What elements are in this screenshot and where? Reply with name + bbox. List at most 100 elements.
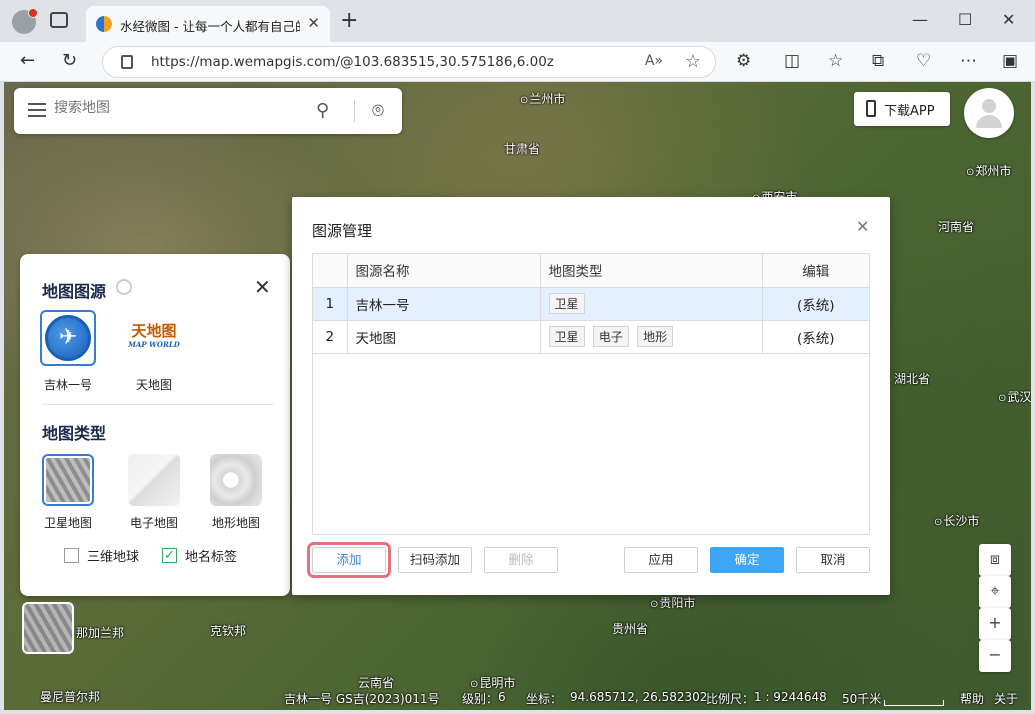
profile-icon[interactable]	[12, 8, 38, 34]
place-label: 郑州市	[966, 162, 1011, 179]
type-label: 卫星地图	[43, 516, 92, 530]
place-label: 克钦邦	[210, 624, 247, 638]
row-name: 吉林一号	[347, 287, 541, 321]
more-menu-icon[interactable]: ⋯	[960, 51, 977, 71]
user-avatar[interactable]	[964, 88, 1014, 138]
site-favicon-icon	[96, 16, 112, 32]
favorites-icon[interactable]: ☆	[828, 51, 843, 71]
type-item-satellite[interactable]: 卫星地图	[36, 454, 100, 531]
jilin1-logo-icon	[40, 310, 96, 366]
place-label: 湖北省	[894, 372, 931, 386]
extensions-icon[interactable]: ⚙	[736, 51, 751, 71]
scan-add-button[interactable]: 扫码添加	[398, 547, 472, 573]
minimize-icon[interactable]: —	[912, 10, 928, 29]
place-label: 武汉	[998, 388, 1031, 405]
sidebar-toggle-icon[interactable]: ▣	[1002, 51, 1018, 71]
type-tag: 地形	[637, 326, 674, 347]
about-link[interactable]: 关于	[994, 690, 1018, 707]
tab-actions-icon[interactable]	[50, 12, 68, 28]
dialog-title: 图源管理	[312, 222, 373, 240]
source-item-jilin1[interactable]: 吉林一号	[38, 310, 98, 393]
back-icon[interactable]: ←	[20, 50, 35, 71]
ok-button[interactable]: 确定	[710, 547, 784, 573]
checkbox-box[interactable]	[64, 548, 79, 563]
zoom-in-icon[interactable]: +	[979, 608, 1011, 640]
scalebar-label: 50千米	[842, 692, 882, 706]
checkbox-box[interactable]: ✓	[162, 548, 177, 563]
refresh-icon[interactable]: ↻	[62, 50, 77, 71]
location-pin-icon[interactable]: ⌾	[372, 98, 384, 122]
place-label: 贵阳市	[650, 594, 695, 611]
download-app-label: 下载APP	[884, 104, 935, 119]
source-label: 天地图	[135, 378, 172, 392]
divider	[354, 100, 355, 122]
window-close-icon[interactable]: ✕	[1002, 10, 1015, 29]
col-edit: 编辑	[762, 254, 869, 288]
tab-close-icon[interactable]: ✕	[307, 14, 320, 32]
browser-tabbar: 水经微图 - 让每一个人都有自己的 ✕ + — ☐ ✕	[0, 0, 1035, 42]
coord-label: 坐标：	[526, 692, 563, 706]
zoom-out-icon[interactable]: −	[979, 640, 1011, 672]
scale-value: 1 : 9244648	[754, 690, 827, 704]
maximize-icon[interactable]: ☐	[958, 10, 972, 29]
map-type-title: 地图类型	[42, 424, 107, 443]
measure-tool-icon[interactable]: ⧈	[979, 544, 1011, 576]
browser-essentials-icon[interactable]: ♡	[916, 51, 931, 71]
locate-icon[interactable]: ⌖	[979, 576, 1011, 608]
read-aloud-icon[interactable]: A»	[645, 53, 663, 69]
add-button[interactable]: 添加	[307, 542, 391, 578]
delete-button[interactable]: 删除	[484, 547, 558, 573]
col-type: 地图类型	[540, 254, 763, 288]
panel-close-icon[interactable]: ✕	[254, 275, 271, 299]
split-screen-icon[interactable]: ◫	[784, 51, 800, 71]
tianditu-logo-icon: 天地图 MAP WORLD	[128, 322, 180, 350]
satellite-thumbnail	[42, 454, 94, 506]
map-status-bar: 吉林一号 GS吉(2023)011号 级别： 6 坐标： 94.685712, …	[4, 686, 1031, 710]
col-name: 图源名称	[347, 254, 541, 288]
source-item-tianditu[interactable]: 天地图 MAP WORLD 天地图	[124, 310, 184, 393]
row-edit: (系统)	[762, 287, 869, 321]
terrain-thumbnail	[210, 454, 262, 506]
new-tab-icon[interactable]: +	[340, 8, 358, 33]
search-icon[interactable]: ⚲	[316, 100, 329, 121]
row-index: 2	[313, 320, 348, 354]
table-row[interactable]: 2 天地图 卫星 电子 地形 (系统)	[313, 320, 869, 354]
tab-title: 水经微图 - 让每一个人都有自己的	[120, 19, 300, 34]
place-label: 河南省	[938, 220, 975, 234]
apply-button[interactable]: 应用	[624, 547, 698, 573]
type-tag: 卫星	[548, 293, 585, 314]
layer-switch-thumbnail[interactable]	[22, 602, 74, 654]
type-item-electronic[interactable]: 电子地图	[122, 454, 186, 531]
collections-icon[interactable]: ⧉	[872, 51, 884, 71]
checkbox-place-labels[interactable]: ✓ 地名标签	[162, 546, 237, 565]
search-input[interactable]	[54, 100, 294, 116]
table-header: 图源名称 地图类型 编辑	[313, 254, 869, 288]
favorite-star-icon[interactable]: ☆	[685, 51, 701, 72]
type-tag: 卫星	[548, 326, 585, 347]
cancel-button[interactable]: 取消	[796, 547, 870, 573]
type-label: 电子地图	[129, 516, 178, 530]
dialog-close-icon[interactable]: ✕	[856, 217, 869, 236]
checkbox-3d-globe[interactable]: 三维地球	[64, 546, 139, 565]
checkbox-label: 三维地球	[87, 550, 140, 565]
browser-tab[interactable]: 水经微图 - 让每一个人都有自己的 ✕	[86, 6, 330, 42]
address-bar[interactable]: https://map.wemapgis.com/@103.683515,30.…	[102, 46, 716, 78]
place-label: 甘肃省	[504, 142, 541, 156]
phone-icon	[866, 100, 876, 117]
download-app-button[interactable]: 下载APP	[854, 92, 950, 126]
place-label: 贵州省	[612, 622, 649, 636]
place-label: 长沙市	[934, 512, 979, 529]
scale-label: 比例尺：	[706, 692, 755, 706]
help-link[interactable]: 帮助	[960, 690, 984, 707]
map-search-box: ⚲ ⌾	[14, 88, 402, 134]
source-label: 吉林一号	[43, 378, 92, 392]
lock-icon	[121, 55, 133, 69]
row-name: 天地图	[347, 320, 541, 354]
menu-icon[interactable]	[28, 103, 46, 117]
checkbox-label: 地名标签	[185, 550, 238, 565]
table-row[interactable]: 1 吉林一号 卫星 (系统)	[313, 287, 869, 321]
electronic-thumbnail	[128, 454, 180, 506]
level-label: 级别：	[462, 692, 499, 706]
type-item-terrain[interactable]: 地形地图	[204, 454, 268, 531]
col-index	[313, 254, 348, 288]
